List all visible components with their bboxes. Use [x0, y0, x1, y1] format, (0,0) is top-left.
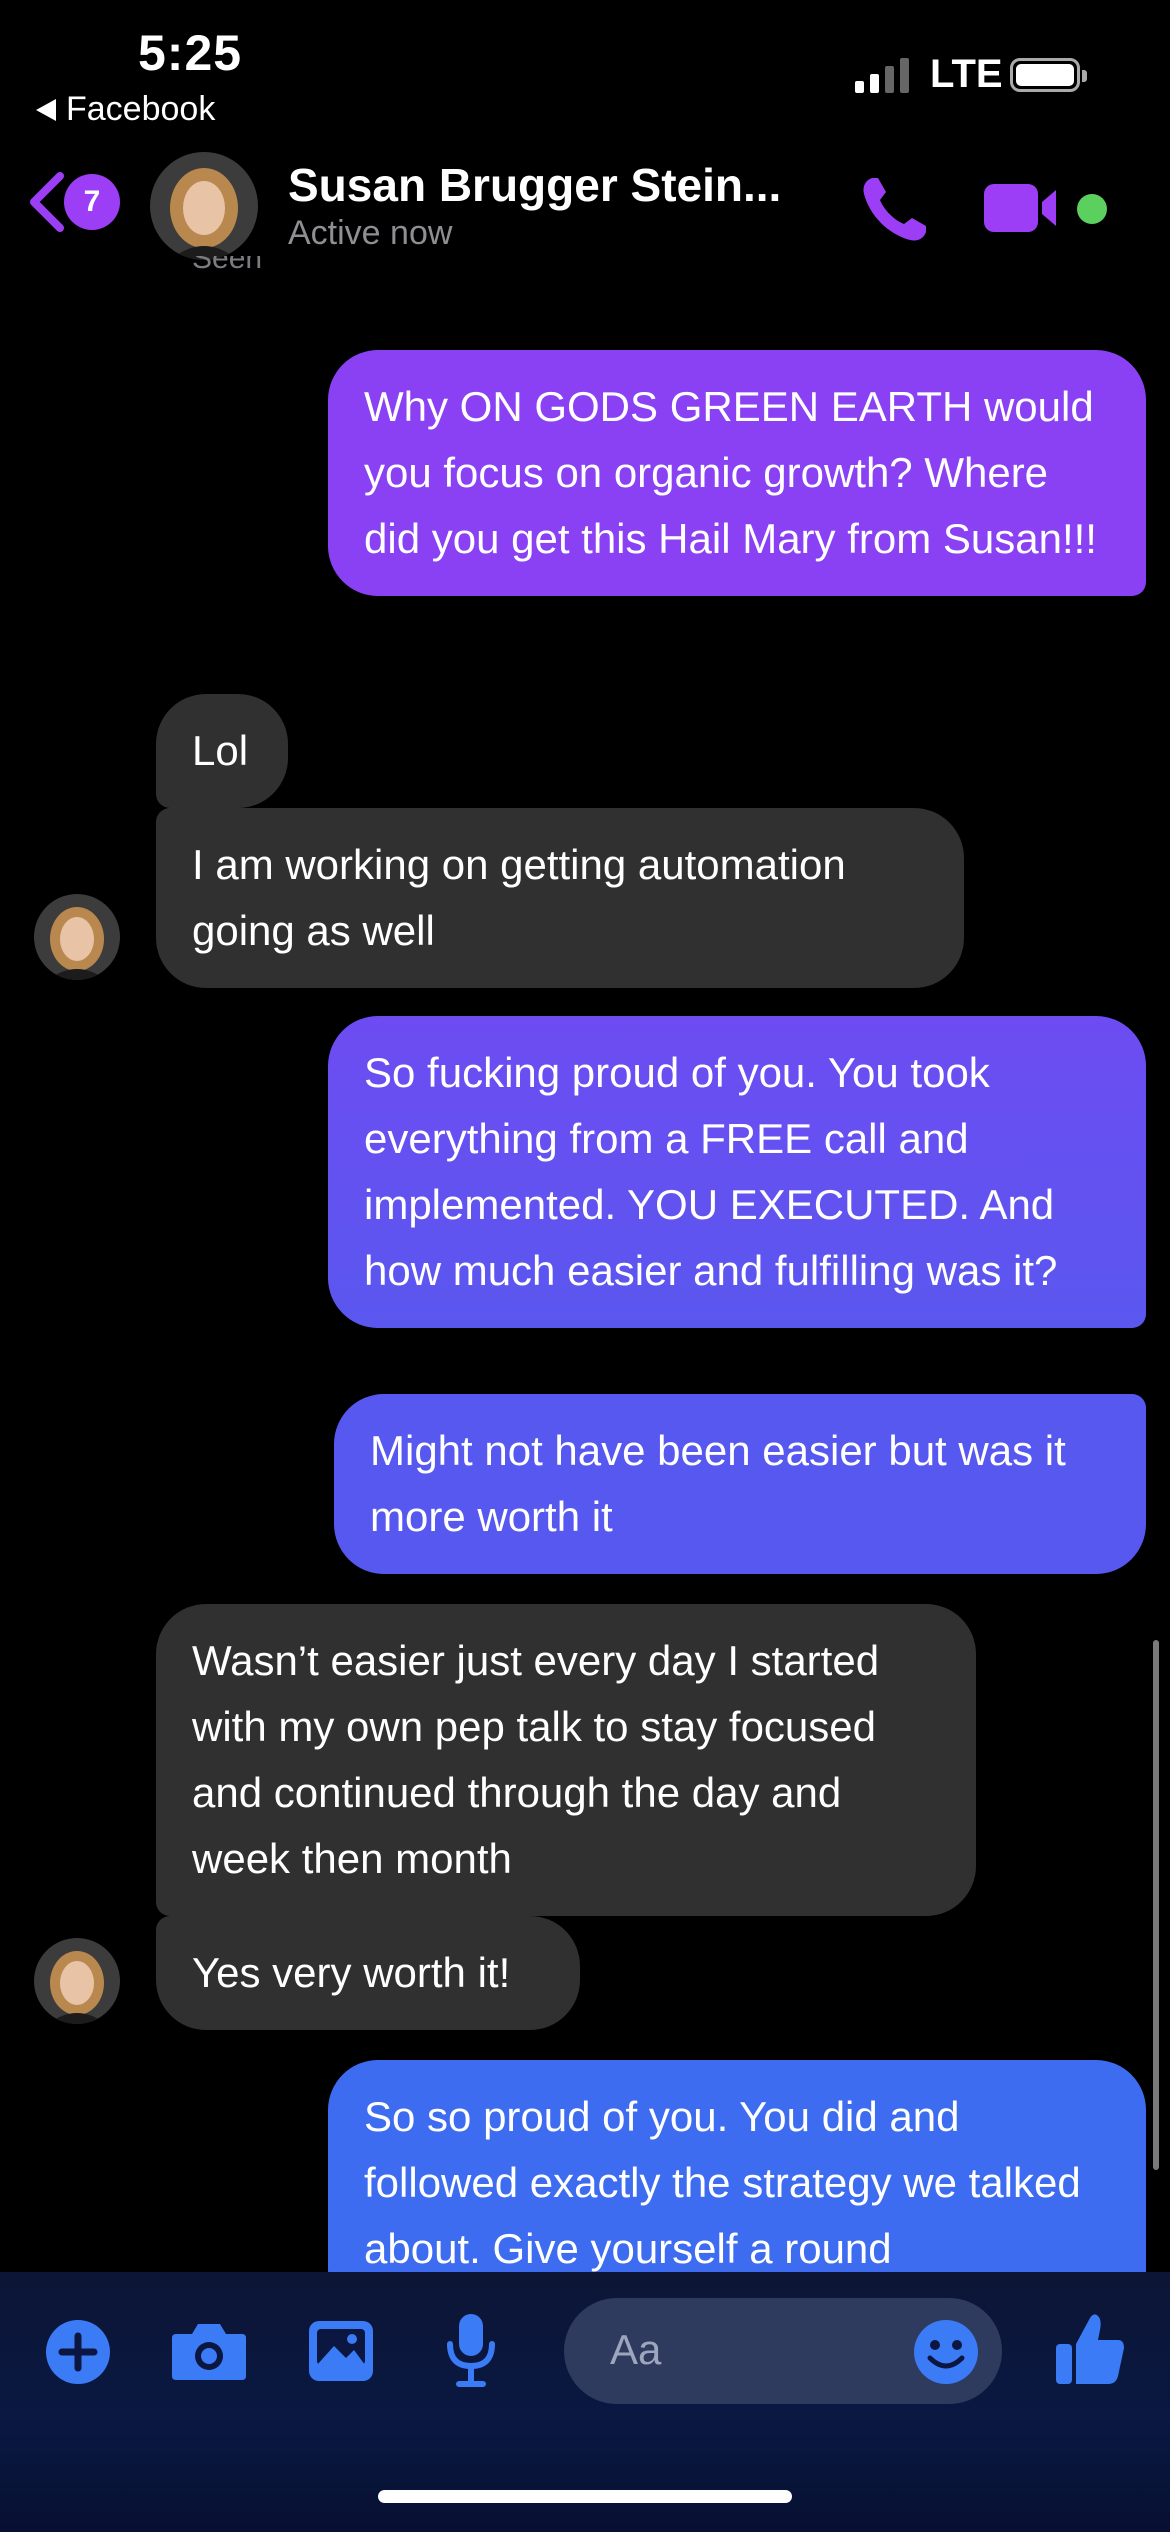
incoming-message[interactable]: Yes very worth it! — [156, 1916, 580, 2030]
contact-avatar[interactable] — [150, 152, 258, 260]
status-time: 5:25 — [138, 25, 243, 81]
contact-status: Active now — [288, 214, 453, 252]
incoming-message[interactable]: I am working on getting automation going… — [156, 808, 964, 988]
network-type: LTE — [930, 52, 1003, 96]
message-input-placeholder: Aa — [610, 2326, 662, 2373]
incoming-message[interactable]: Lol — [156, 694, 288, 808]
online-indicator — [1077, 194, 1107, 224]
battery-icon — [1010, 58, 1087, 92]
messenger-chat-screen: 5:25 Facebook LTE 7 Susan Brugger Stein.… — [0, 0, 1170, 2532]
incoming-message[interactable]: Wasn’t easier just every day I started w… — [156, 1604, 976, 1916]
chevron-left-icon — [30, 172, 64, 232]
seen-receipt: Seen — [192, 256, 263, 275]
contact-name[interactable]: Susan Brugger Stein... — [288, 158, 781, 212]
phone-call-icon[interactable] — [856, 172, 932, 248]
outgoing-message[interactable]: Why ON GODS GREEN EARTH would you focus … — [328, 350, 1146, 596]
sender-avatar[interactable] — [34, 894, 120, 980]
back-app-label: Facebook — [66, 90, 216, 128]
cellular-signal-icon — [855, 58, 909, 93]
outgoing-message[interactable]: Might not have been easier but was it mo… — [334, 1394, 1146, 1574]
plus-icon[interactable] — [44, 2318, 112, 2386]
back-button[interactable]: 7 — [24, 170, 120, 234]
outgoing-message[interactable]: So fucking proud of you. You took everyt… — [328, 1016, 1146, 1328]
scrollbar[interactable] — [1153, 1640, 1159, 2170]
emoji-icon[interactable] — [912, 2318, 980, 2386]
sender-avatar[interactable] — [34, 1938, 120, 2024]
microphone-icon[interactable] — [444, 2312, 498, 2388]
back-triangle-icon — [36, 98, 56, 121]
photo-icon[interactable] — [306, 2318, 376, 2384]
video-call-icon[interactable] — [980, 180, 1060, 236]
unread-badge: 7 — [64, 174, 120, 230]
thumbs-up-icon[interactable] — [1054, 2310, 1126, 2386]
home-indicator[interactable] — [378, 2490, 792, 2503]
camera-icon[interactable] — [170, 2318, 248, 2382]
back-to-facebook-link[interactable]: Facebook — [36, 90, 215, 129]
message-input[interactable]: Aa — [564, 2298, 1002, 2404]
